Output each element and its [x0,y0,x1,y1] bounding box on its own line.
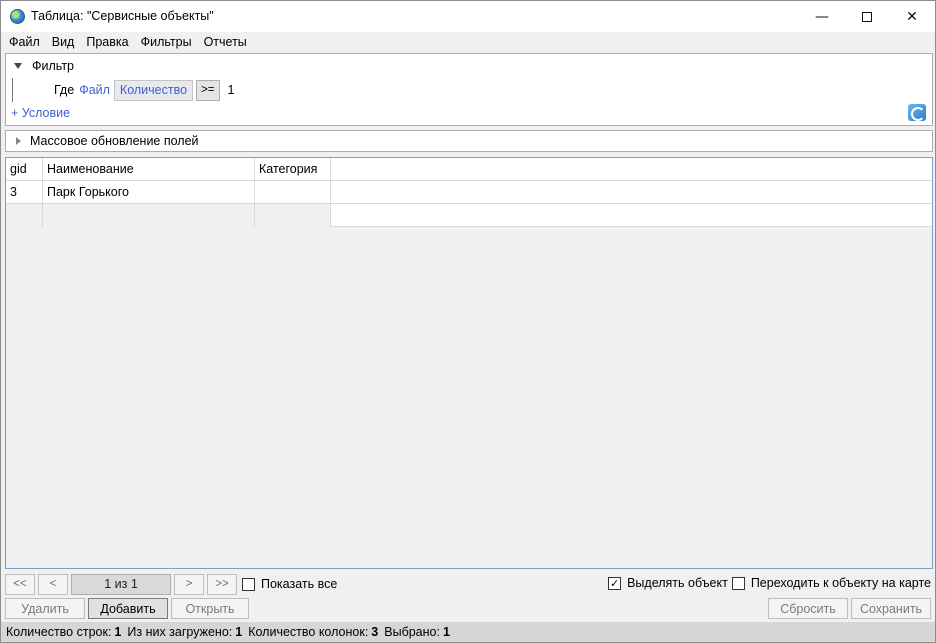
maximize-icon [862,11,872,22]
filter-title: Фильтр [32,59,74,73]
filter-condition: Где Файл Количество >= 1 [54,79,235,101]
page-indicator: 1 из 1 [71,573,171,595]
open-button[interactable]: Открыть [171,598,249,619]
status-loaded-label: Из них загружено: [127,625,233,639]
column-header-name[interactable]: Наименование [43,158,255,181]
status-rows-value: 1 [114,625,122,639]
show-all-option[interactable]: Показать все [242,577,337,591]
status-columns-value: 3 [371,625,379,639]
status-bar: Количество строк: 1 Из них загружено: 1 Ко… [1,622,935,642]
menu-view[interactable]: Вид [46,32,81,52]
menu-file[interactable]: Файл [3,32,46,52]
show-all-label: Показать все [261,577,338,591]
save-button[interactable]: Сохранить [851,598,931,619]
new-row-cell-filler [331,204,932,227]
status-selected: Выбрано: 1 [384,625,450,639]
column-header-filler [331,158,932,181]
table-header-row: gid Наименование Категория [6,158,932,181]
data-grid[interactable]: gid Наименование Категория 3 Парк Горько… [5,157,933,569]
filter-source-link[interactable]: Файл [79,83,110,97]
filter-divider [12,78,13,102]
select-object-label: Выделять объект [627,576,728,590]
window-title: Таблица: "Сервисные объекты" [31,9,214,23]
cell-gid[interactable]: 3 [6,181,43,204]
new-row-cell-gid[interactable] [6,204,43,227]
add-condition-link[interactable]: + Условие [11,106,70,120]
filter-value[interactable]: 1 [228,83,235,97]
cell-category[interactable] [255,181,331,204]
triangle-right-icon [16,137,21,145]
status-selected-value: 1 [442,625,450,639]
status-loaded-value: 1 [235,625,243,639]
filter-expander[interactable]: Фильтр [14,59,74,73]
globe-icon [10,9,25,24]
view-options: ✓ Выделять объект Переходить к объекту н… [604,576,931,590]
maximize-button[interactable] [844,1,890,32]
close-icon: ✕ [906,8,918,25]
first-page-button[interactable]: << [5,573,35,595]
action-buttons: Удалить Добавить Открыть [5,598,252,619]
menu-edit[interactable]: Правка [80,32,134,52]
menu-bar: Файл Вид Правка Фильтры Отчеты [1,32,935,52]
goto-map-option[interactable]: Переходить к объекту на карте [731,576,931,590]
show-all-checkbox[interactable] [242,577,255,591]
title-bar: Таблица: "Сервисные объекты" — ✕ [1,1,935,32]
goto-map-label: Переходить к объекту на карте [750,576,931,590]
cell-filler [331,181,932,204]
cell-name[interactable]: Парк Горького [43,181,255,204]
status-rows-label: Количество строк: [6,625,112,639]
status-columns: Количество колонок: 3 [248,625,378,639]
goto-map-checkbox[interactable] [731,576,745,590]
status-columns-label: Количество колонок: [248,625,369,639]
filter-panel: Фильтр Где Файл Количество >= 1 + Услови… [5,53,933,126]
status-selected-label: Выбрано: [384,625,440,639]
last-page-button[interactable]: >> [207,573,237,595]
pager: << < 1 из 1 > >> Показать все [5,573,337,595]
reset-button[interactable]: Сбросить [768,598,848,619]
filter-operator-button[interactable]: >= [196,79,220,101]
minimize-icon: — [815,8,829,25]
minimize-button[interactable]: — [799,1,845,32]
status-rows: Количество строк: 1 [6,625,121,639]
new-row-cell-category[interactable] [255,204,331,227]
column-header-category[interactable]: Категория [255,158,331,181]
new-row[interactable] [6,204,932,227]
new-row-cell-name[interactable] [43,204,255,227]
add-button[interactable]: Добавить [88,598,168,619]
close-button[interactable]: ✕ [889,1,935,32]
menu-filters[interactable]: Фильтры [135,32,198,52]
table-window: Таблица: "Сервисные объекты" — ✕ Файл Ви… [0,0,936,643]
triangle-down-icon [14,63,22,69]
next-page-button[interactable]: > [174,573,204,595]
menu-reports[interactable]: Отчеты [198,32,253,52]
delete-button[interactable]: Удалить [5,598,85,619]
filter-field-chip[interactable]: Количество [113,79,194,101]
select-object-checkbox[interactable]: ✓ [608,576,622,590]
mass-update-expander[interactable]: Массовое обновление полей [5,130,933,152]
status-loaded: Из них загружено: 1 [127,625,242,639]
prev-page-button[interactable]: < [38,573,68,595]
commit-buttons: Сбросить Сохранить [768,598,931,619]
refresh-icon[interactable] [908,104,926,121]
column-header-gid[interactable]: gid [6,158,43,181]
select-object-option[interactable]: ✓ Выделять объект [608,576,728,590]
filter-where-label: Где [54,83,75,97]
table-row[interactable]: 3 Парк Горького [6,181,932,204]
mass-update-title: Массовое обновление полей [30,134,199,148]
